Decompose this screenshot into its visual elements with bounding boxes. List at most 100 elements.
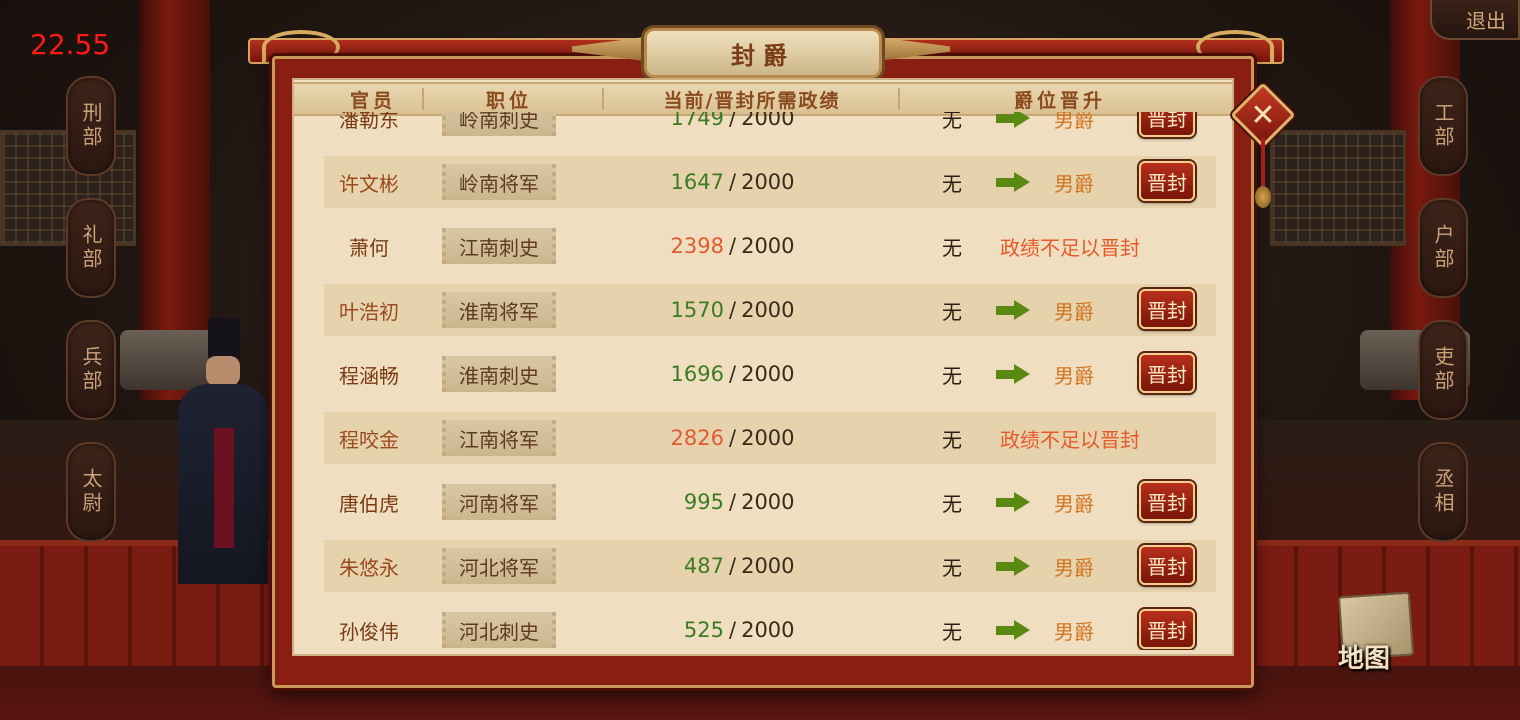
position-tag: 河南将军: [442, 484, 556, 520]
merit-current: 1570: [670, 298, 724, 322]
next-rank: 男爵: [1054, 363, 1094, 388]
merit-separator: /: [729, 112, 737, 130]
current-rank: 无: [942, 491, 962, 516]
merit-score: 995/2000: [644, 476, 924, 528]
merit-score: 1749 /2000: [644, 112, 924, 144]
position-tag: 河北刺史: [442, 612, 556, 648]
merit-required: 2000: [741, 490, 795, 514]
merit-separator: /: [729, 362, 737, 386]
arrow-right-icon: [996, 172, 1032, 192]
arrow-right-icon: [996, 112, 1032, 128]
dialog-title-plaque: 封爵: [644, 28, 882, 78]
merit-separator: /: [729, 554, 737, 578]
tassel-cord: [1261, 138, 1265, 188]
arrow-right-icon: [996, 364, 1032, 384]
merit-required: 2000: [741, 618, 795, 642]
arrow-right-icon: [996, 300, 1032, 320]
merit-current: 487: [683, 554, 724, 578]
merit-current: 1696: [670, 362, 724, 386]
position-tag: 岭南刺史: [442, 112, 556, 136]
promote-button[interactable]: 晋封: [1139, 161, 1195, 201]
current-rank: 无: [942, 427, 962, 452]
merit-required: 2000: [741, 234, 795, 258]
current-rank: 无: [942, 619, 962, 644]
official-name: 朱悠永: [339, 555, 399, 580]
table-row: 孙俊伟 河北刺史 525/2000 无 男爵 晋封: [324, 604, 1216, 650]
next-rank: 男爵: [1054, 299, 1094, 324]
current-rank: 无: [942, 171, 962, 196]
official-name: 程涵畅: [339, 363, 399, 388]
merit-current: 2826: [670, 426, 724, 450]
arrow-right-icon: [996, 620, 1032, 640]
merit-separator: /: [729, 490, 737, 514]
merit-required: 2000: [741, 298, 795, 322]
arrow-right-icon: [996, 556, 1032, 576]
header-merit: 当前/晋封所需政绩: [663, 89, 841, 112]
header-official: 官员: [349, 89, 396, 112]
next-rank: 男爵: [1054, 112, 1094, 132]
dept-button-taiwei[interactable]: 太尉: [66, 442, 116, 542]
promote-button[interactable]: 晋封: [1139, 481, 1195, 521]
promote-button[interactable]: 晋封: [1139, 112, 1195, 137]
position-tag: 江南刺史: [442, 228, 556, 264]
dept-button-gongbu[interactable]: 工部: [1418, 76, 1468, 176]
close-icon[interactable]: ✕: [1240, 92, 1286, 138]
dept-button-libu-official[interactable]: 吏部: [1418, 320, 1468, 420]
merit-score: 1696/2000: [644, 348, 924, 400]
timer-readout: 22.55: [30, 28, 111, 61]
dept-button-libu[interactable]: 礼部: [66, 198, 116, 298]
exit-button[interactable]: 退出: [1430, 0, 1520, 40]
table-row: 程涵畅 淮南刺史 1696/2000 无 男爵 晋封: [324, 348, 1216, 400]
table-row: 唐伯虎 河南将军 995/2000 无 男爵 晋封: [324, 476, 1216, 528]
merit-score: 1570/2000: [644, 284, 924, 336]
map-button[interactable]: 地图: [1332, 591, 1418, 678]
official-name: 唐伯虎: [339, 491, 399, 516]
table-row: 萧何 江南刺史 2398/2000 无 政绩不足以晋封: [324, 220, 1216, 272]
merit-required: 2000: [741, 426, 795, 450]
officials-table-body: 潘勒东 岭南刺史 1749/2000 无男爵 晋封 许文彬 岭南将军 1647/2000 无男爵…: [324, 112, 1216, 650]
next-rank: 男爵: [1054, 555, 1094, 580]
merit-separator: /: [729, 170, 737, 194]
next-rank: 男爵: [1054, 619, 1094, 644]
merit-separator: /: [729, 426, 737, 450]
dept-button-bingbu[interactable]: 兵部: [66, 320, 116, 420]
promote-button[interactable]: 晋封: [1139, 609, 1195, 649]
insufficient-merit-warning: 政绩不足以晋封: [1000, 235, 1140, 260]
merit-separator: /: [729, 618, 737, 642]
official-name: 萧何: [349, 235, 389, 260]
current-rank: 无: [942, 112, 962, 132]
merit-score: 487/2000: [644, 540, 924, 592]
merit-score: 525/2000: [644, 604, 924, 650]
promote-button[interactable]: 晋封: [1139, 545, 1195, 585]
position-tag: 淮南将军: [442, 292, 556, 328]
position-tag: 淮南刺史: [442, 356, 556, 392]
merit-current: 525: [683, 618, 724, 642]
right-lattice-window: [1270, 130, 1406, 246]
position-tag: 河北将军: [442, 548, 556, 584]
official-name: 许文彬: [339, 171, 399, 196]
promote-button[interactable]: 晋封: [1139, 289, 1195, 329]
merit-current: 1749: [670, 112, 724, 130]
merit-required: 2000: [741, 362, 795, 386]
merit-required: 2000: [741, 554, 795, 578]
official-name: 孙俊伟: [339, 619, 399, 644]
merit-score: 2826/2000: [644, 412, 924, 464]
dept-button-xingbu[interactable]: 刑部: [66, 76, 116, 176]
merit-score: 2398/2000: [644, 220, 924, 272]
merit-required: 2000: [741, 112, 795, 130]
promote-button[interactable]: 晋封: [1139, 353, 1195, 393]
dept-button-hubu[interactable]: 户部: [1418, 198, 1468, 298]
next-rank: 男爵: [1054, 171, 1094, 196]
header-divider: [422, 88, 424, 110]
position-tag: 岭南将军: [442, 164, 556, 200]
merit-score: 1647/2000: [644, 156, 924, 208]
official-name: 程咬金: [339, 427, 399, 452]
merit-current: 2398: [670, 234, 724, 258]
header-position: 职位: [485, 89, 532, 112]
table-row: 朱悠永 河北将军 487/2000 无 男爵 晋封: [324, 540, 1216, 592]
dept-button-chengxiang[interactable]: 丞相: [1418, 442, 1468, 542]
table-row: 叶浩初 淮南将军 1570/2000 无 男爵 晋封: [324, 284, 1216, 336]
header-promotion: 爵位晋升: [1013, 89, 1106, 112]
current-rank: 无: [942, 363, 962, 388]
current-rank: 无: [942, 555, 962, 580]
